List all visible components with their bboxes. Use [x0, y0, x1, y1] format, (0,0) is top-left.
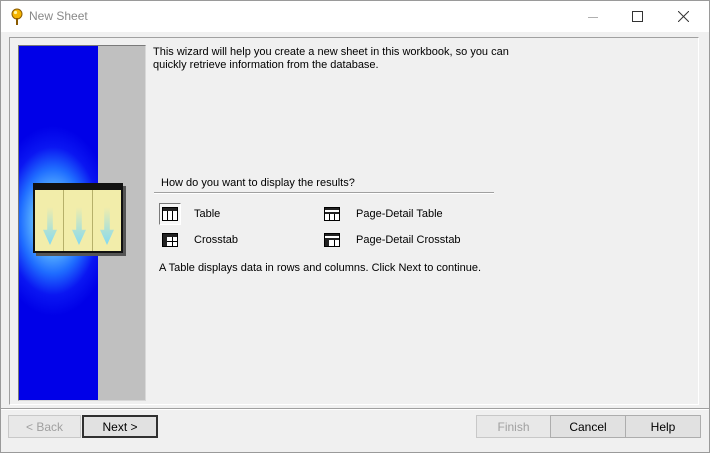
option-crosstab[interactable]: Crosstab	[159, 228, 238, 252]
spreadsheet-graphic	[33, 183, 123, 253]
finish-button[interactable]: Finish	[476, 415, 551, 438]
wizard-illustration	[18, 45, 146, 401]
table-icon[interactable]	[159, 203, 181, 225]
display-question-label: How do you want to display the results?	[161, 177, 355, 189]
close-button[interactable]	[661, 1, 705, 32]
close-icon	[677, 11, 689, 22]
option-page-detail-table[interactable]: Page-Detail Table	[321, 202, 443, 226]
question-divider	[154, 192, 494, 194]
option-table-label: Table	[194, 208, 221, 220]
title-bar[interactable]: New Sheet	[1, 1, 709, 32]
maximize-button[interactable]	[615, 1, 659, 32]
back-button[interactable]: < Back	[8, 415, 81, 438]
cancel-button[interactable]: Cancel	[550, 415, 626, 438]
page-detail-table-icon[interactable]	[321, 203, 343, 225]
app-icon	[9, 8, 25, 26]
option-table[interactable]: Table	[159, 202, 220, 226]
option-page-detail-table-label: Page-Detail Table	[356, 208, 443, 220]
option-description: A Table displays data in rows and column…	[159, 262, 482, 274]
help-button[interactable]: Help	[625, 415, 701, 438]
window-title: New Sheet	[29, 9, 88, 23]
option-page-detail-crosstab-label: Page-Detail Crosstab	[356, 234, 461, 246]
button-bar-divider	[1, 408, 709, 410]
option-crosstab-label: Crosstab	[194, 234, 239, 246]
minimize-button[interactable]	[571, 1, 615, 32]
new-sheet-dialog: New Sheet This wizard will help you crea…	[0, 0, 710, 453]
option-page-detail-crosstab[interactable]: Page-Detail Crosstab	[321, 228, 461, 252]
crosstab-icon[interactable]	[159, 229, 181, 251]
page-detail-crosstab-icon[interactable]	[321, 229, 343, 251]
wizard-intro-text: This wizard will help you create a new s…	[153, 46, 509, 71]
next-button[interactable]: Next >	[82, 415, 158, 438]
